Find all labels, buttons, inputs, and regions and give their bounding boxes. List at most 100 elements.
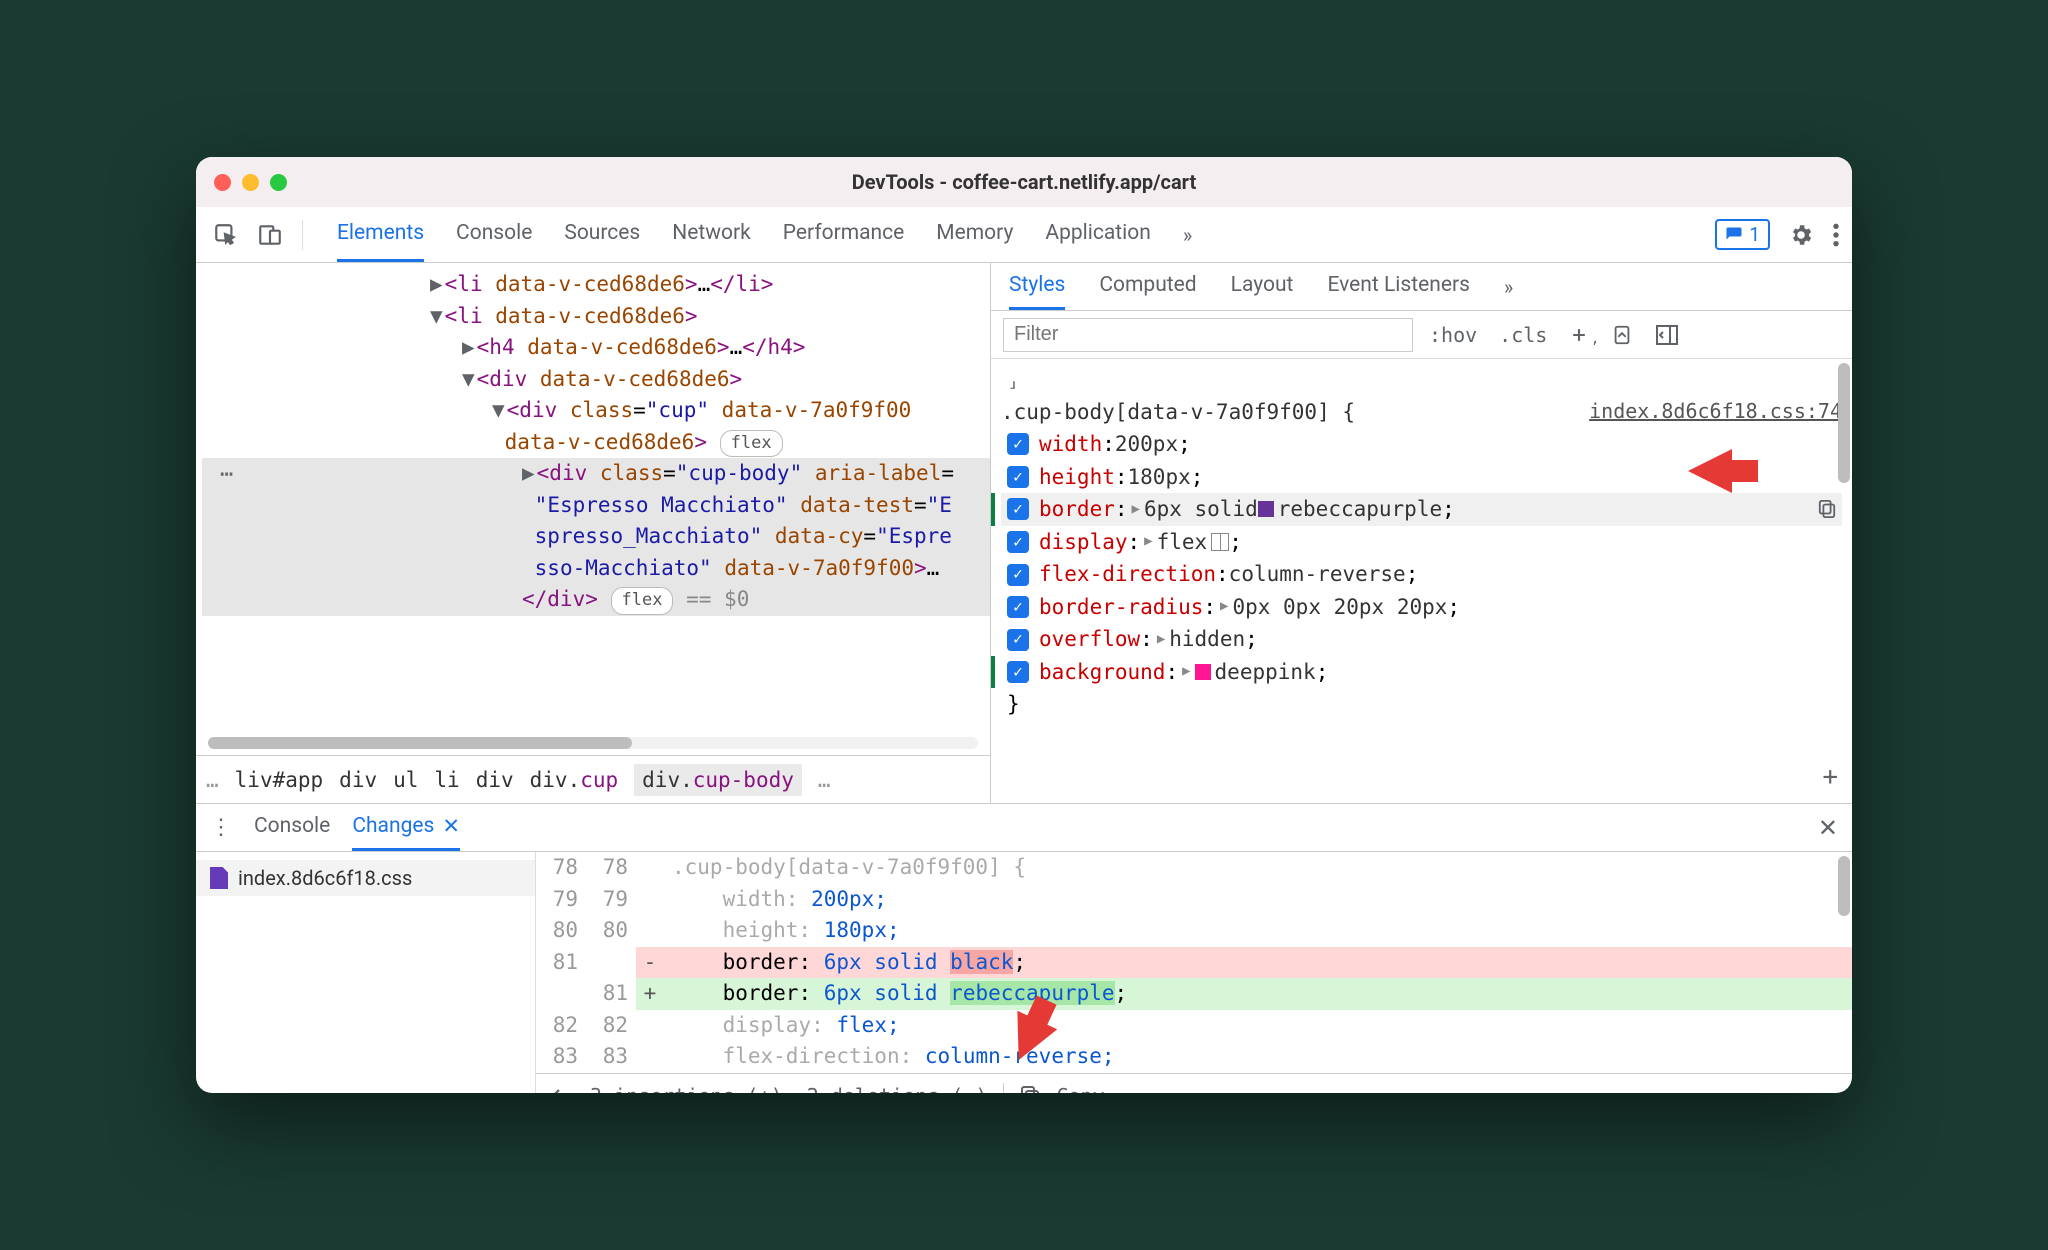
breadcrumb-item[interactable]: ul: [393, 768, 418, 792]
diff-view[interactable]: 7878.cup-body[data-v-7a0f9f00] {7979 wid…: [536, 852, 1852, 1093]
menu-icon[interactable]: [1832, 222, 1840, 248]
close-tab-icon[interactable]: ✕: [442, 814, 460, 839]
diff-row: 8383 flex-direction: column-reverse;: [536, 1041, 1852, 1073]
drawer-body: index.8d6c6f18.css 7878.cup-body[data-v-…: [196, 852, 1852, 1093]
subtab-layout[interactable]: Layout: [1231, 263, 1294, 310]
changes-file-item[interactable]: index.8d6c6f18.css: [196, 860, 535, 896]
tab-console[interactable]: Console: [456, 207, 532, 262]
sidebar-toggle-icon[interactable]: [1649, 324, 1685, 346]
maximize-window-icon[interactable]: [270, 174, 287, 191]
checkbox-icon[interactable]: ✓: [1007, 564, 1029, 586]
drawer-menu-icon[interactable]: ⋮: [210, 815, 232, 840]
minimize-window-icon[interactable]: [242, 174, 259, 191]
style-prop-row[interactable]: ✓background:▶deeppink;: [1001, 656, 1842, 689]
dom-row[interactable]: ▶<h4 data-v-ced68de6>…</h4>: [202, 332, 990, 364]
divider: [1003, 1083, 1004, 1093]
annotation-arrow-icon: [1688, 449, 1732, 493]
top-toolbar: Elements Console Sources Network Perform…: [196, 207, 1852, 263]
tab-application[interactable]: Application: [1045, 207, 1150, 262]
add-rule-icon[interactable]: +: [1822, 757, 1838, 797]
filter-input[interactable]: [1003, 318, 1413, 352]
color-swatch-icon[interactable]: [1195, 664, 1211, 680]
breadcrumb-ellipsis[interactable]: …: [818, 768, 831, 792]
subtab-computed[interactable]: Computed: [1099, 263, 1196, 310]
more-subtabs-icon[interactable]: »: [1504, 275, 1513, 299]
rule-close: }: [1001, 688, 1842, 721]
breadcrumb: … liv#app div ul li div div.cup div.cup-…: [196, 755, 990, 803]
checkbox-icon[interactable]: ✓: [1007, 531, 1029, 553]
tab-network[interactable]: Network: [672, 207, 751, 262]
device-toolbar-icon[interactable]: [252, 217, 288, 253]
drawer-tab-console[interactable]: Console: [254, 804, 330, 851]
styles-body[interactable]: ⸥ index.8d6c6f18.css:74 .cup-body[data-v…: [991, 359, 1852, 803]
diff-footer: 3 insertions (+), 2 deletions (-) Copy: [536, 1073, 1852, 1094]
changes-file-list: index.8d6c6f18.css: [196, 852, 536, 1093]
checkbox-icon[interactable]: ✓: [1007, 433, 1029, 455]
tab-memory[interactable]: Memory: [936, 207, 1013, 262]
dom-tree[interactable]: ▶<li data-v-ced68de6>…</li> ▼<li data-v-…: [196, 263, 990, 737]
breadcrumb-item[interactable]: div.cup: [530, 768, 619, 792]
breadcrumb-item[interactable]: li: [434, 768, 459, 792]
checkbox-icon[interactable]: ✓: [1007, 596, 1029, 618]
breadcrumb-item[interactable]: div.cup-body: [634, 764, 802, 796]
revert-icon[interactable]: [550, 1086, 574, 1093]
diff-row: 81+ border: 6px solid rebeccapurple;: [536, 978, 1852, 1010]
breadcrumb-item[interactable]: div: [339, 768, 377, 792]
expand-icon[interactable]: ▶: [1144, 531, 1152, 553]
checkbox-icon[interactable]: ✓: [1007, 498, 1029, 520]
drawer-close-icon[interactable]: ✕: [1818, 814, 1838, 842]
checkbox-icon[interactable]: ✓: [1007, 629, 1029, 651]
checkbox-icon[interactable]: ✓: [1007, 466, 1029, 488]
expand-icon[interactable]: ▶: [1132, 499, 1140, 521]
diff-row: 8282 display: flex;: [536, 1010, 1852, 1042]
vertical-scrollbar[interactable]: [1838, 856, 1850, 916]
style-prop-row[interactable]: ✓border-radius:▶0px 0px 20px 20px;: [1001, 591, 1842, 624]
print-media-icon[interactable]: [1605, 324, 1639, 346]
more-tabs-icon[interactable]: »: [1183, 223, 1192, 247]
copy-button[interactable]: Copy: [1056, 1081, 1104, 1093]
style-prop-row[interactable]: ✓overflow:▶hidden;: [1001, 623, 1842, 656]
horizontal-scrollbar[interactable]: [208, 737, 978, 749]
rule-header[interactable]: index.8d6c6f18.css:74 .cup-body[data-v-7…: [1001, 396, 1842, 429]
styles-pane: Styles Computed Layout Event Listeners »…: [991, 263, 1852, 803]
flex-editor-icon[interactable]: [1211, 533, 1229, 551]
expand-icon[interactable]: ▶: [1157, 629, 1165, 651]
styles-toolbar: :hov .cls: [991, 311, 1852, 359]
tab-sources[interactable]: Sources: [564, 207, 640, 262]
dom-row[interactable]: ▼<div data-v-ced68de6>: [202, 364, 990, 396]
subtab-event-listeners[interactable]: Event Listeners: [1327, 263, 1469, 310]
breadcrumb-item[interactable]: liv#app: [235, 768, 324, 792]
expand-icon[interactable]: ▶: [1220, 596, 1228, 618]
issues-button[interactable]: 1: [1715, 219, 1770, 250]
diff-row: 7979 width: 200px;: [536, 884, 1852, 916]
new-rule-icon[interactable]: [1563, 325, 1595, 345]
cls-toggle[interactable]: .cls: [1493, 323, 1553, 347]
dom-row[interactable]: ▼<div class="cup" data-v-7a0f9f00: [202, 395, 990, 427]
breadcrumb-ellipsis[interactable]: …: [206, 768, 219, 792]
source-link[interactable]: index.8d6c6f18.css:74: [1589, 396, 1842, 427]
checkbox-icon[interactable]: ✓: [1007, 661, 1029, 683]
dom-row[interactable]: ▶<li data-v-ced68de6>…</li>: [202, 269, 990, 301]
copy-icon[interactable]: [1818, 499, 1836, 519]
hov-toggle[interactable]: :hov: [1423, 323, 1483, 347]
dom-row[interactable]: data-v-ced68de6> flex: [202, 427, 990, 459]
flex-badge[interactable]: flex: [720, 430, 783, 458]
expand-icon[interactable]: ▶: [1182, 661, 1190, 683]
flex-badge[interactable]: flex: [611, 587, 674, 615]
style-prop-row[interactable]: ✓flex-direction: column-reverse;: [1001, 558, 1842, 591]
vertical-scrollbar[interactable]: [1838, 363, 1850, 483]
breadcrumb-item[interactable]: div: [476, 768, 514, 792]
color-swatch-icon[interactable]: [1258, 501, 1274, 517]
dom-row-selected[interactable]: ▶<div class="cup-body" aria-label= "Espr…: [202, 458, 990, 616]
inspect-element-icon[interactable]: [208, 217, 244, 253]
subtab-styles[interactable]: Styles: [1009, 263, 1065, 310]
diff-summary: 3 insertions (+), 2 deletions (-): [590, 1081, 987, 1093]
dom-row[interactable]: ▼<li data-v-ced68de6>: [202, 301, 990, 333]
style-prop-row[interactable]: ✓display:▶flex;: [1001, 526, 1842, 559]
tab-elements[interactable]: Elements: [337, 207, 424, 262]
drawer-tab-changes[interactable]: Changes ✕: [352, 804, 460, 851]
settings-icon[interactable]: [1788, 222, 1814, 248]
tab-performance[interactable]: Performance: [783, 207, 904, 262]
style-prop-row[interactable]: ✓border:▶6px solid rebeccapurple;: [1001, 493, 1842, 526]
close-window-icon[interactable]: [214, 174, 231, 191]
